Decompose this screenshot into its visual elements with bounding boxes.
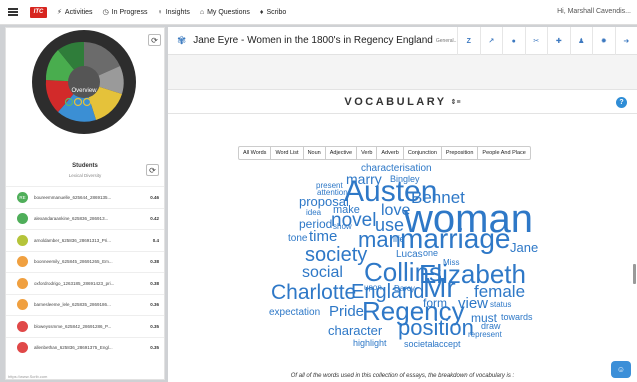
student-list: RE boureemmanuelle_625644_2869135... 0.46 a… [6, 186, 164, 358]
cloud-word[interactable]: Charlotte [271, 282, 356, 303]
cloud-word[interactable]: character [328, 324, 382, 337]
user-greeting-link[interactable]: Hi, Marshall Cavendis... [557, 8, 631, 15]
cloud-word[interactable]: time [309, 229, 337, 244]
cloud-word[interactable]: social [302, 265, 343, 281]
student-name: alexandaraankine_625836_286913... [34, 216, 109, 222]
nav-activities[interactable]: ⚡ Activities [57, 8, 93, 17]
student-avatar [17, 234, 28, 246]
students-sort-label[interactable]: Lexical Diversity [6, 173, 164, 178]
student-sidebar: Overview ⟳ Students Lexical Diversity ⟳ … [5, 27, 165, 380]
cloud-word[interactable]: accept [434, 340, 461, 349]
student-name: allenbethan_625836_28691375_Engl... [34, 345, 113, 351]
student-row[interactable]: bloweyssmme_625842_28691286_P... 0.35 [6, 315, 164, 337]
status-url: https://www.Scrib.com [8, 374, 48, 379]
bolt-icon: ⚡ [57, 9, 62, 16]
student-avatar [17, 299, 28, 311]
cloud-word[interactable]: Jane [510, 241, 538, 254]
nav-in-progress[interactable]: ◷ In Progress [102, 8, 148, 17]
cloud-word[interactable]: highlight [353, 339, 387, 348]
student-score: 0.4 [152, 237, 159, 243]
word-cloud: characterisation marry Bingley present atten… [168, 27, 637, 382]
nav-insights[interactable]: ♀ Insights [157, 9, 189, 16]
student-avatar: RE [17, 191, 28, 203]
student-score: 0.38 [150, 259, 159, 265]
cloud-word[interactable]: society [305, 245, 367, 265]
lightbulb-icon: ♀ [157, 8, 163, 16]
student-score: 0.38 [150, 280, 159, 286]
vocabulary-breakdown-text: Of all of the words used in this collect… [290, 373, 515, 379]
nav-my-questions[interactable]: ⌂ My Questions [200, 9, 250, 16]
student-name: boonneemily_625845_28691265_Em... [34, 259, 113, 265]
student-row[interactable]: allenbethan_625836_28691375_Engl... 0.35 [6, 336, 164, 359]
top-navigation-bar: ITC ⚡ Activities ◷ In Progress ♀ Insights ⌂… [0, 0, 637, 25]
student-score: 0.46 [150, 194, 159, 200]
nav-activities-label: Activities [64, 8, 93, 16]
student-avatar [17, 213, 28, 225]
student-name: arnoldamber_625836_28691313_Pri... [34, 237, 112, 243]
student-row[interactable]: arnoldamber_625836_28691313_Pri... 0.4 [6, 229, 164, 251]
nav-in-progress-label: In Progress [111, 8, 148, 16]
student-avatar [17, 256, 28, 268]
student-row[interactable]: oxfordrodrigo_1263185_28691423_pri... 0.3… [6, 272, 164, 294]
student-score: 0.35 [150, 345, 159, 351]
clock-icon: ◷ [102, 9, 109, 16]
overview-radial-chart[interactable]: Overview [6, 28, 164, 136]
student-name: bloweyssmme_625842_28691286_P... [34, 323, 112, 329]
student-avatar [17, 320, 28, 332]
cloud-word[interactable]: position [398, 317, 474, 339]
students-refresh-button[interactable]: ⟳ [146, 164, 159, 176]
map-pin-icon: ♦ [259, 8, 264, 16]
cloud-word[interactable]: status [490, 301, 511, 309]
chat-icon[interactable]: ☺ [611, 361, 631, 378]
nav-scribo[interactable]: ♦ Scribo [260, 9, 286, 16]
cloud-word[interactable]: represent [468, 331, 502, 339]
student-row[interactable]: barnesleeme_lele_625835_2869186... 0.36 [6, 293, 164, 316]
student-row[interactable]: RE boureemmanuelle_625644_2869135... 0.46 [6, 186, 164, 208]
nav-insights-label: Insights [165, 8, 190, 16]
main-panel: ✾ Jane Eyre - Women in the 1800's in Reg… [168, 27, 637, 382]
cloud-word[interactable]: Pride [329, 304, 364, 319]
nav-my-questions-label: My Questions [207, 8, 250, 16]
overview-label: Overview [71, 88, 97, 94]
hamburger-menu-icon[interactable] [8, 8, 18, 16]
app-logo[interactable]: ITC [30, 6, 47, 18]
nav-scribo-label: Scribo [266, 8, 287, 16]
cloud-word[interactable]: societal [404, 340, 435, 349]
student-name: boureemmanuelle_625644_2869135... [34, 194, 112, 200]
student-score: 0.35 [150, 323, 159, 329]
student-row[interactable]: alexandaraankine_625836_286913... 0.42 [6, 207, 164, 230]
cloud-word[interactable]: tone [288, 234, 307, 244]
cloud-word[interactable]: towards [501, 313, 533, 322]
student-score: 0.42 [150, 216, 159, 222]
student-score: 0.36 [150, 302, 159, 308]
institution-icon: ⌂ [199, 8, 205, 16]
overview-visualization: Overview [6, 28, 164, 136]
chart-refresh-button[interactable]: ⟳ [148, 34, 161, 46]
cloud-word[interactable]: idea [306, 209, 321, 217]
students-heading: Students [72, 163, 98, 169]
student-avatar [17, 277, 28, 289]
scrollbar-thumb[interactable] [633, 264, 636, 284]
student-row[interactable]: boonneemily_625845_28691265_Em... 0.38 [6, 250, 164, 273]
student-name: oxfordrodrigo_1263185_28691423_pri... [34, 280, 115, 286]
student-avatar [17, 342, 28, 354]
cloud-word[interactable]: expectation [269, 308, 320, 318]
student-name: barnesleeme_lele_625835_2869186... [34, 302, 111, 308]
